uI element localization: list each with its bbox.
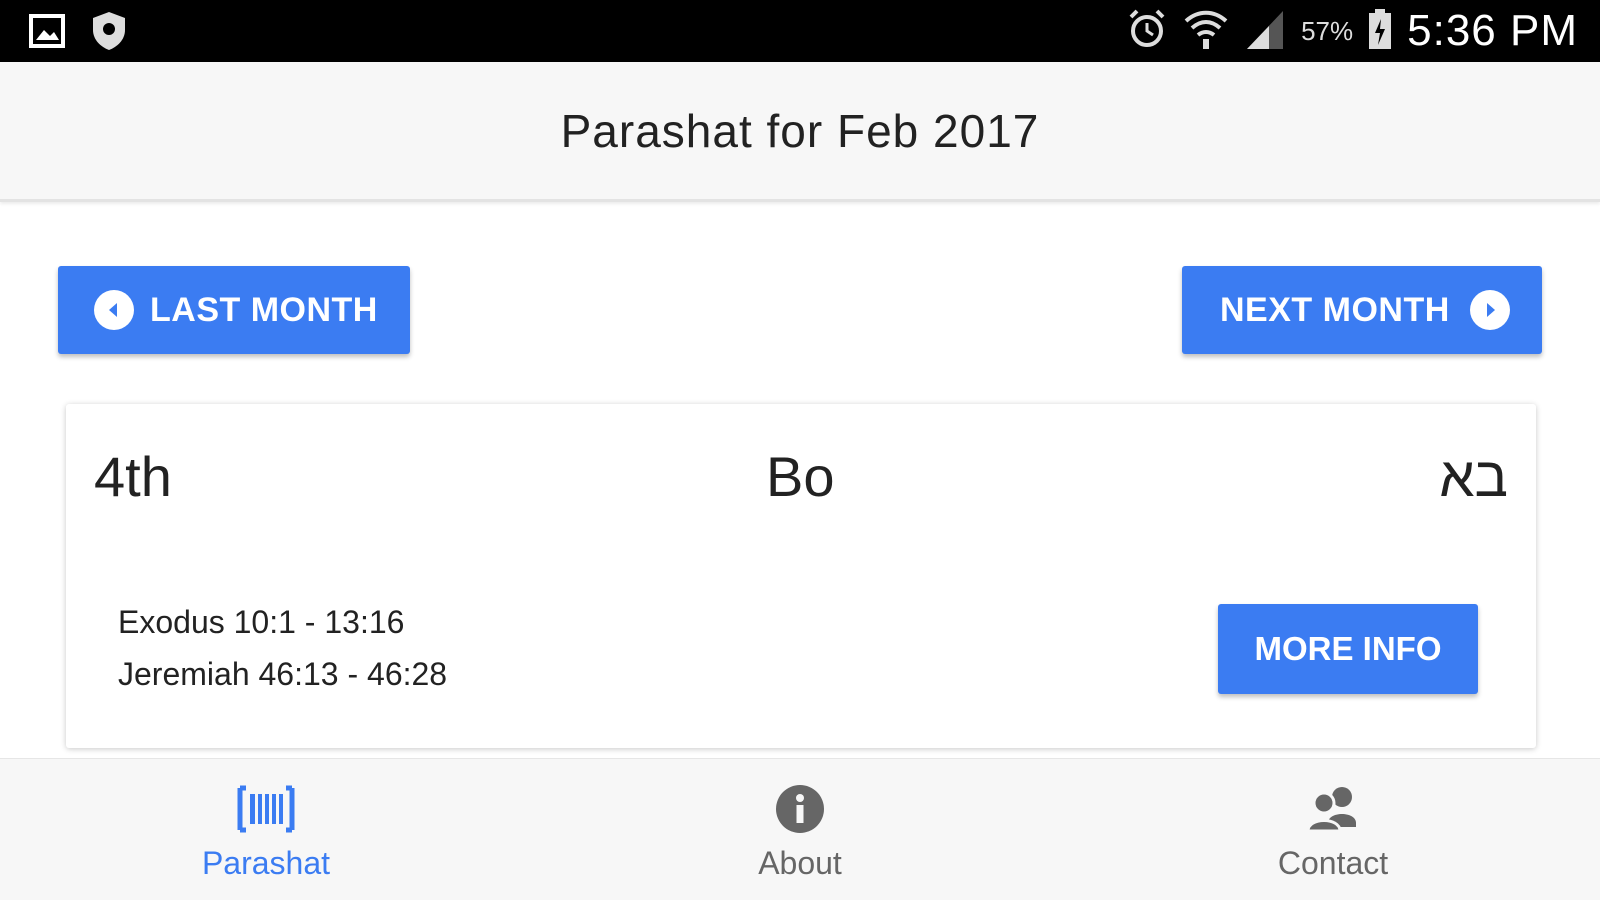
battery-percent: 57% [1301,15,1354,46]
info-icon [774,781,826,837]
nav-label-about: About [758,845,842,881]
people-icon [1304,781,1362,837]
gallery-icon [28,12,66,55]
signal-icon [1243,7,1287,56]
last-month-label: LAST MONTH [150,290,378,329]
bottom-navigation: Parashat About Contact [0,758,1600,900]
next-month-button[interactable]: NEXT MONTH [1182,266,1542,354]
app-bar: Parashat for Feb 2017 [0,62,1600,202]
parasha-readings: Exodus 10:1 - 13:16 Jeremiah 46:13 - 46:… [118,596,447,700]
torah-scroll-icon [236,781,296,837]
nav-label-contact: Contact [1277,845,1389,881]
parasha-name: Bo [766,445,835,508]
next-month-label: NEXT MONTH [1220,290,1450,329]
nav-label-parashat: Parashat [201,845,331,881]
parasha-hebrew-name: בא [1439,445,1508,508]
last-month-button[interactable]: LAST MONTH [58,266,410,354]
status-bar: 57% 5:36 PM [0,0,1600,62]
chevron-left-icon [94,290,134,330]
torah-reading: Exodus 10:1 - 13:16 [118,604,405,640]
nav-item-parashat[interactable]: Parashat [116,759,416,901]
parasha-card: 4th Bo בא Exodus 10:1 - 13:16 Jeremiah 4… [66,404,1536,748]
status-right-icons: 57% 5:36 PM [1125,6,1578,56]
status-clock: 5:36 PM [1407,6,1578,55]
battery-icon [1367,7,1393,56]
parasha-date: 4th [94,445,172,508]
more-info-button[interactable]: MORE INFO [1218,604,1478,694]
wifi-icon [1183,7,1229,56]
nav-item-about[interactable]: About [650,759,950,901]
page-title: Parashat for Feb 2017 [560,105,1040,157]
chevron-right-icon [1469,290,1510,330]
nav-item-contact[interactable]: Contact [1183,759,1483,901]
haftarah-reading: Jeremiah 46:13 - 46:28 [118,656,448,692]
status-left-icons [28,10,128,57]
alarm-icon [1125,7,1169,56]
shield-icon [90,10,128,57]
